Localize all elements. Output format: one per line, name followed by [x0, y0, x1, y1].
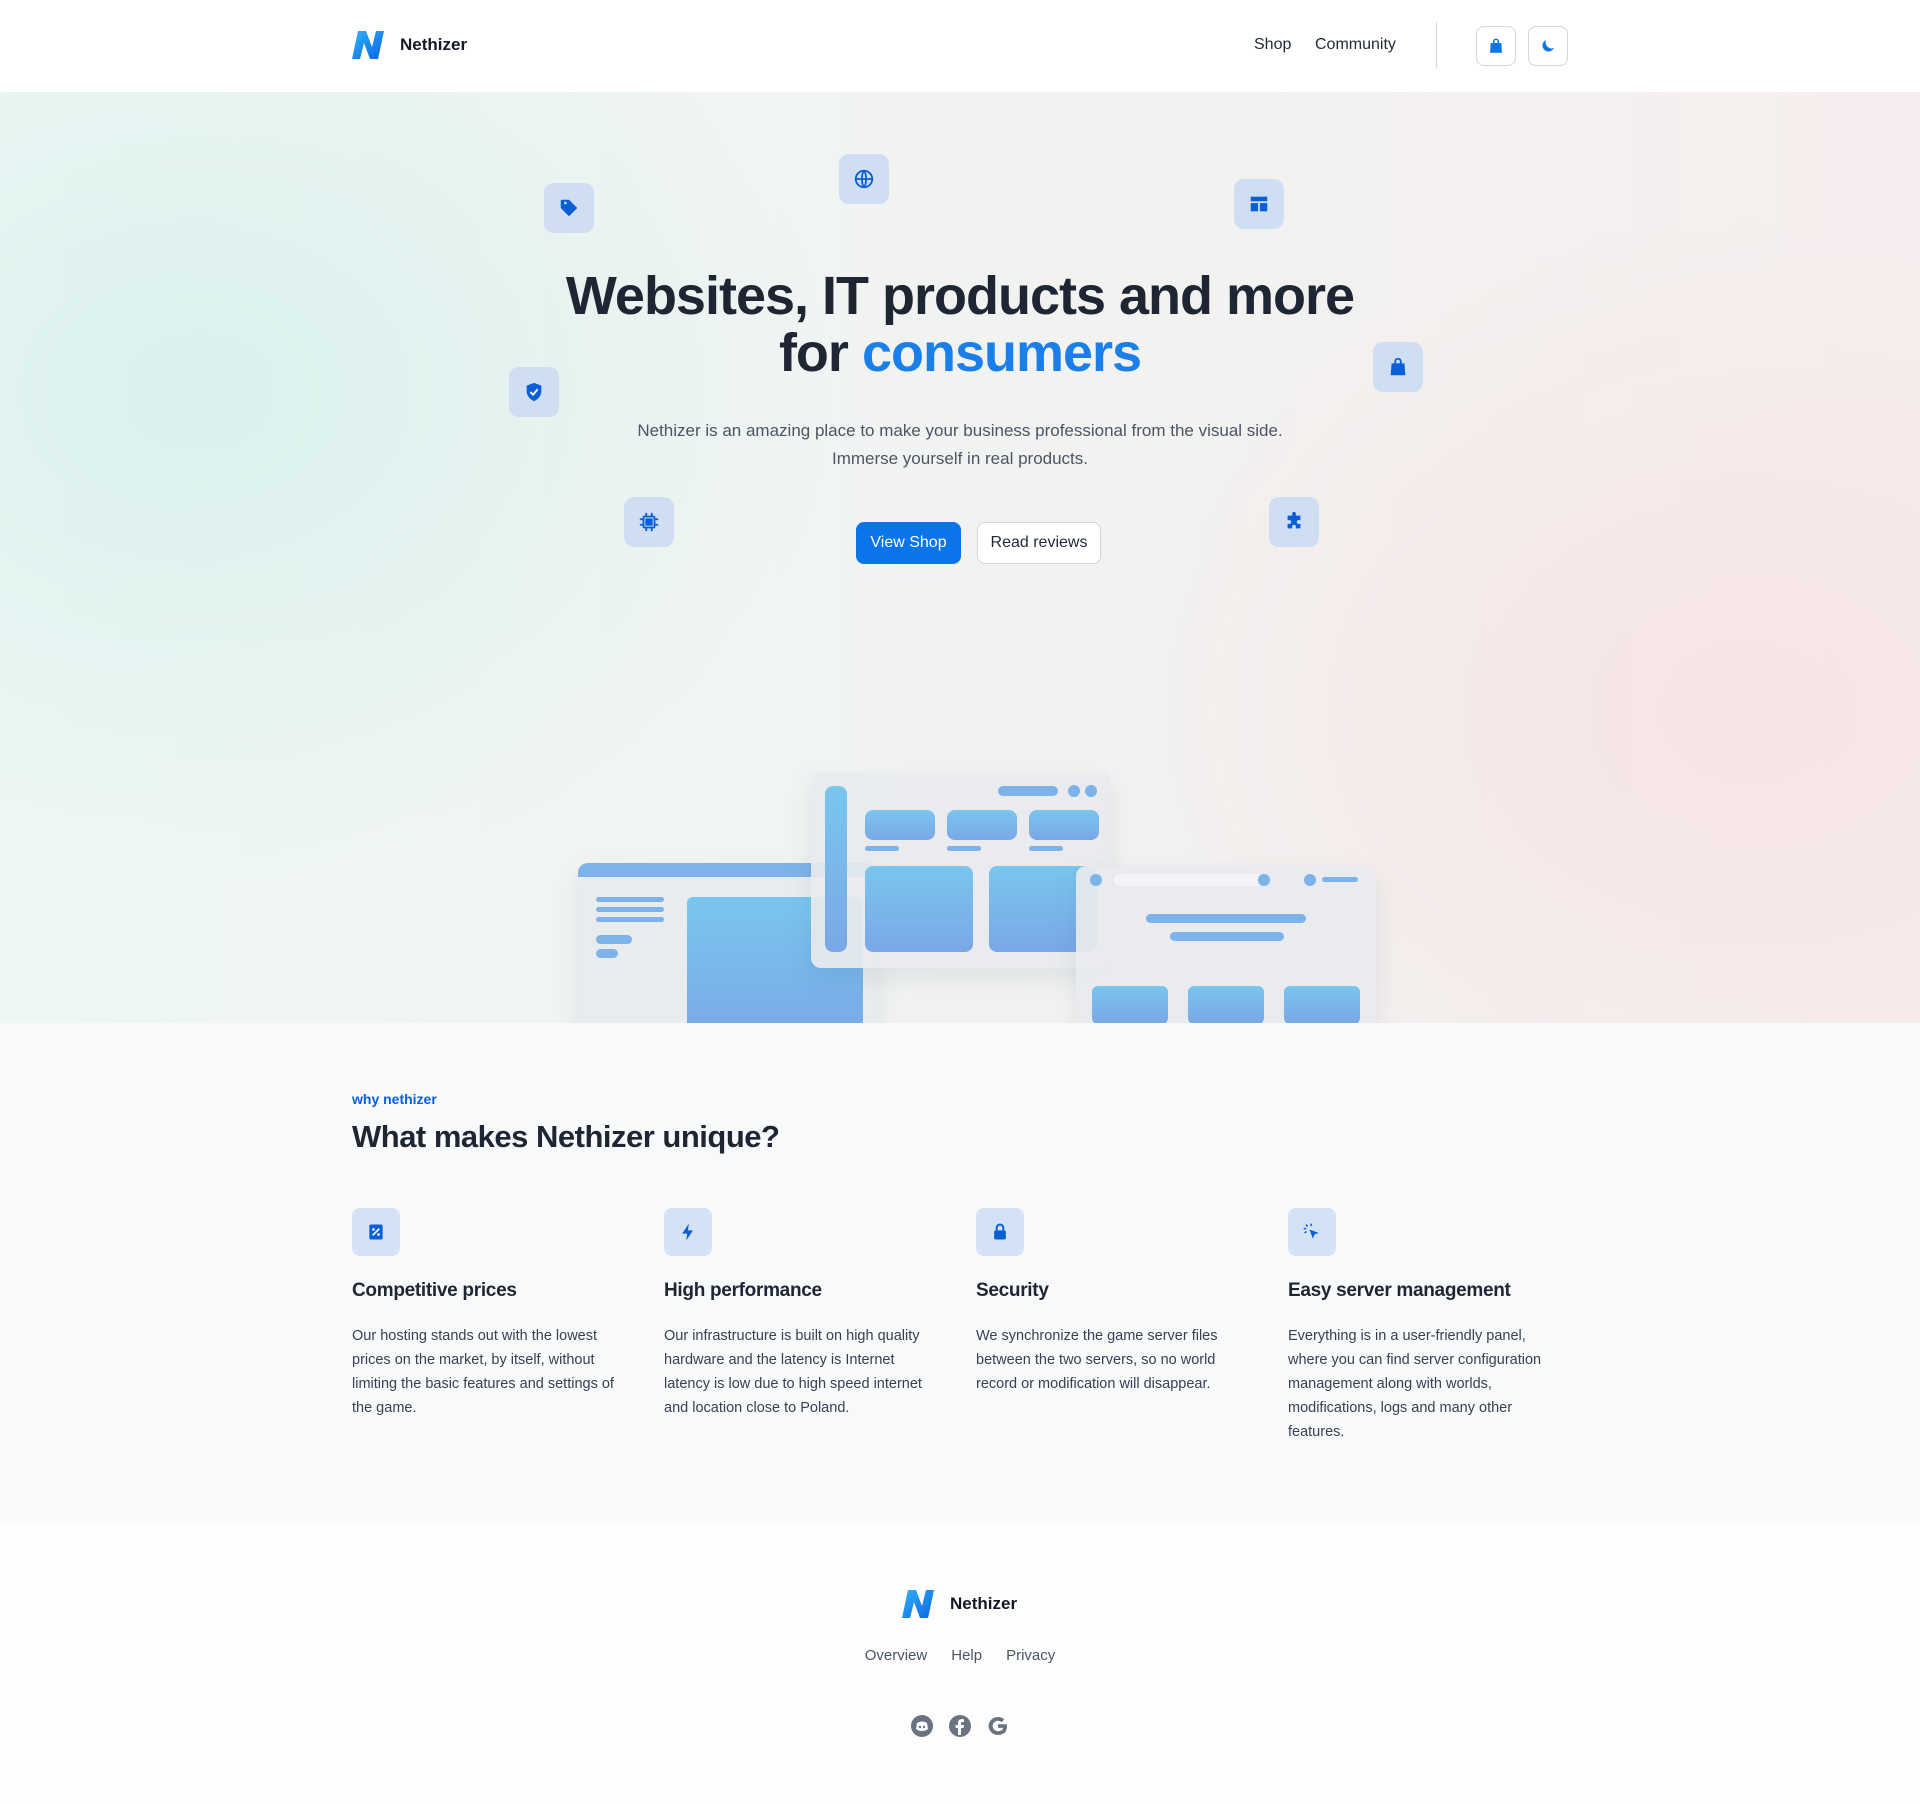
cart-button[interactable] [1476, 26, 1516, 66]
nav-divider [1436, 22, 1437, 68]
feature-title: Easy server management [1288, 1280, 1511, 1301]
globe-icon [839, 154, 889, 204]
google-icon[interactable] [985, 1713, 1011, 1739]
feature-text: Our infrastructure is built on high qual… [664, 1328, 922, 1416]
discord-icon[interactable] [909, 1713, 935, 1739]
feature-text: Our hosting stands out with the lowest p… [352, 1328, 614, 1416]
nav-community-link[interactable]: Community [1315, 36, 1396, 54]
footer-links: Overview Help Privacy [0, 1647, 1920, 1664]
site-footer: Nethizer Overview Help Privacy [0, 1523, 1920, 1804]
nethizer-logo-icon [902, 1590, 934, 1618]
shopping-bag-icon [1490, 38, 1502, 53]
feature-title: Competitive prices [352, 1280, 517, 1301]
features-eyebrow: why nethizer [352, 1091, 437, 1107]
features-title: What makes Nethizer unique? [352, 1119, 780, 1154]
feature-card: Easy server management Everything is in … [1288, 1208, 1568, 1444]
puzzle-icon [1269, 497, 1319, 547]
feature-title: Security [976, 1280, 1049, 1301]
footer-brand-name: Nethizer [950, 1594, 1018, 1613]
brand-name: Nethizer [400, 35, 468, 54]
footer-link-help[interactable]: Help [951, 1647, 982, 1664]
hero-title-accent: consumers [861, 323, 1142, 383]
feature-card: Competitive prices Our hosting stands ou… [352, 1208, 632, 1420]
feature-title: High performance [664, 1280, 822, 1301]
hero-subtitle-line1: Nethizer is an amazing place to make you… [637, 421, 1283, 440]
features-section: why nethizer What makes Nethizer unique?… [0, 1023, 1920, 1523]
site-header: Nethizer Shop Community [0, 0, 1920, 92]
hero-title: Websites, IT products and more for consu… [460, 268, 1460, 382]
tag-icon [544, 183, 594, 233]
hero-title-line1: Websites, IT products and more [565, 266, 1355, 326]
feature-text: Everything is in a user-friendly panel, … [1288, 1328, 1542, 1440]
view-shop-button[interactable]: View Shop [856, 522, 961, 564]
feature-card: High performance Our infrastructure is b… [664, 1208, 944, 1420]
hero-subtitle-line2: Immerse yourself in real products. [831, 449, 1089, 468]
footer-social [0, 1713, 1920, 1739]
lock-icon [976, 1208, 1024, 1256]
facebook-icon[interactable] [947, 1713, 973, 1739]
percent-receipt-icon [352, 1208, 400, 1256]
cursor-click-icon [1288, 1208, 1336, 1256]
brand-logo[interactable]: Nethizer [352, 29, 467, 61]
cpu-icon [624, 497, 674, 547]
footer-link-privacy[interactable]: Privacy [1006, 1647, 1055, 1664]
read-reviews-button[interactable]: Read reviews [977, 522, 1101, 564]
hero-title-prefix: for [778, 323, 862, 383]
footer-link-overview[interactable]: Overview [865, 1647, 928, 1664]
moon-icon [1542, 40, 1554, 52]
hero-illustration [578, 680, 1378, 1063]
lightning-icon [664, 1208, 712, 1256]
nav-shop-link[interactable]: Shop [1254, 36, 1291, 54]
hero-subtitle: Nethizer is an amazing place to make you… [560, 417, 1360, 473]
mock-window-middle [811, 772, 1111, 968]
feature-card: Security We synchronize the game server … [976, 1208, 1256, 1396]
feature-text: We synchronize the game server files bet… [976, 1328, 1218, 1392]
hero-section: Websites, IT products and more for consu… [0, 92, 1920, 1063]
footer-brand-logo[interactable]: Nethizer [902, 1588, 1017, 1620]
nethizer-logo-icon [352, 31, 384, 59]
theme-toggle-button[interactable] [1528, 26, 1568, 66]
layout-icon [1234, 179, 1284, 229]
